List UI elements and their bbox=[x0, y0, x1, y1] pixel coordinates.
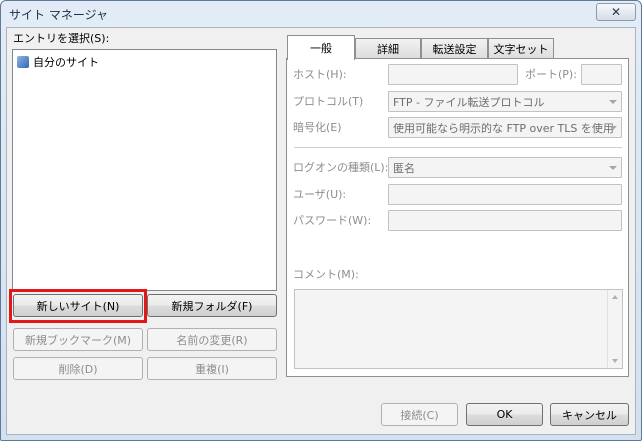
new-site-button[interactable]: 新しいサイト(N) bbox=[13, 294, 143, 317]
encryption-label: 暗号化(E) bbox=[293, 121, 342, 134]
tab-charset[interactable]: 文字セット bbox=[488, 38, 554, 59]
host-label: ホスト(H): bbox=[293, 68, 347, 81]
connect-button[interactable]: 接続(C) bbox=[381, 403, 458, 426]
dialog-client-area: エントリを選択(S): 自分のサイト 新しいサイト(N) 新規フォルダ(F) 新… bbox=[6, 27, 636, 435]
tab-advanced[interactable]: 詳細 bbox=[355, 38, 421, 59]
host-input[interactable] bbox=[388, 64, 518, 85]
password-input[interactable] bbox=[388, 210, 622, 231]
duplicate-button[interactable]: 重複(I) bbox=[147, 357, 277, 380]
encryption-select-value: 使用可能なら明示的な FTP over TLS を使用 bbox=[393, 121, 614, 135]
user-label: ユーザ(U): bbox=[293, 188, 347, 201]
section-divider bbox=[294, 147, 622, 148]
logon-type-select-value: 匿名 bbox=[393, 161, 415, 175]
rename-button[interactable]: 名前の変更(R) bbox=[147, 328, 277, 351]
scroll-down-icon[interactable] bbox=[612, 359, 618, 363]
cancel-button[interactable]: キャンセル bbox=[550, 403, 629, 426]
ok-button[interactable]: OK bbox=[466, 403, 543, 426]
protocol-select[interactable]: FTP - ファイル転送プロトコル bbox=[388, 91, 622, 112]
close-button[interactable]: ✕ bbox=[596, 3, 636, 21]
comment-scrollbar[interactable] bbox=[607, 290, 622, 368]
protocol-select-value: FTP - ファイル転送プロトコル bbox=[393, 95, 545, 109]
entry-select-label: エントリを選択(S): bbox=[13, 32, 110, 45]
scroll-up-icon[interactable] bbox=[612, 295, 618, 299]
site-tree[interactable]: 自分のサイト bbox=[12, 49, 277, 291]
title-bar: サイト マネージャ ✕ bbox=[1, 1, 641, 27]
protocol-label: プロトコル(T) bbox=[293, 95, 364, 108]
logon-type-label: ログオンの種類(L): bbox=[293, 161, 389, 174]
window-title: サイト マネージャ bbox=[9, 8, 108, 22]
site-folder-icon bbox=[17, 56, 29, 68]
tab-general[interactable]: 一般 bbox=[287, 35, 355, 60]
delete-button[interactable]: 削除(D) bbox=[13, 357, 143, 380]
encryption-select[interactable]: 使用可能なら明示的な FTP over TLS を使用 bbox=[388, 117, 622, 138]
new-folder-button[interactable]: 新規フォルダ(F) bbox=[147, 294, 277, 317]
site-manager-window: サイト マネージャ ✕ エントリを選択(S): 自分のサイト 新しいサイト(N)… bbox=[0, 0, 642, 441]
port-label: ポート(P): bbox=[525, 68, 577, 81]
port-input[interactable] bbox=[581, 64, 622, 85]
close-icon: ✕ bbox=[610, 5, 622, 19]
tab-transfer-settings[interactable]: 転送設定 bbox=[421, 38, 488, 59]
tree-item-my-sites[interactable]: 自分のサイト bbox=[17, 54, 99, 70]
tree-item-label: 自分のサイト bbox=[33, 56, 99, 69]
comment-label: コメント(M): bbox=[293, 268, 359, 281]
logon-type-select[interactable]: 匿名 bbox=[388, 157, 622, 178]
new-bookmark-button[interactable]: 新規ブックマーク(M) bbox=[13, 328, 143, 351]
user-input[interactable] bbox=[388, 184, 622, 205]
password-label: パスワード(W): bbox=[293, 214, 372, 227]
comment-textarea[interactable] bbox=[294, 289, 623, 369]
